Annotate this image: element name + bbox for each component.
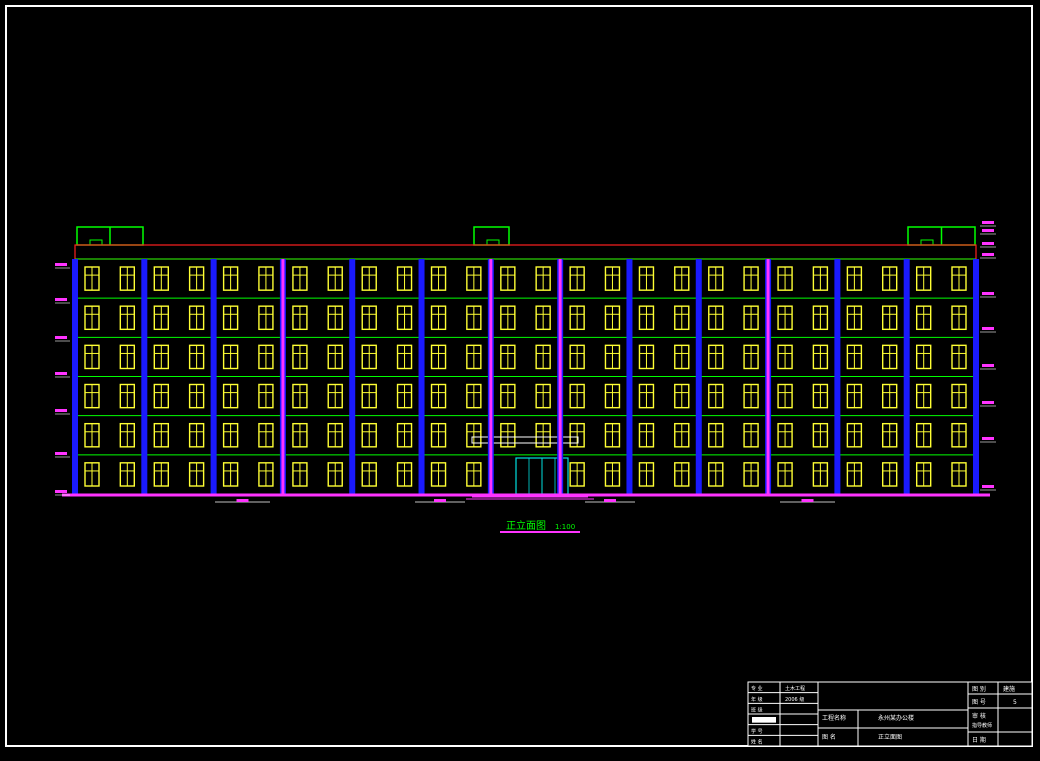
- level-marker-right: [982, 221, 994, 224]
- level-marker-right: [982, 437, 994, 440]
- level-marker-left: [55, 263, 67, 266]
- title-block-row-label: 学 号: [751, 728, 763, 735]
- elevation-marker: [604, 499, 616, 502]
- accent-pilaster: [558, 259, 562, 494]
- sheet-no-value: 5: [1013, 699, 1017, 706]
- elevation-marker: [434, 499, 446, 502]
- drawing-scale: 1:100: [555, 523, 575, 531]
- level-marker-left: [55, 372, 67, 375]
- level-marker-right: [982, 327, 994, 330]
- pilaster-column: [72, 259, 78, 494]
- pilaster-column: [973, 259, 979, 494]
- title-block-row-label: 班 级: [751, 707, 763, 714]
- sheet-name: 正立面图: [878, 733, 902, 741]
- title-block-row-value: 土木工程: [785, 685, 805, 692]
- title-block-row-label: 年 级: [751, 696, 763, 703]
- accent-pilaster: [766, 259, 770, 494]
- accent-pilaster: [281, 259, 285, 494]
- level-marker-right: [982, 253, 994, 256]
- elevation-marker: [236, 499, 249, 502]
- level-marker-right: [982, 401, 994, 404]
- level-marker-right: [982, 292, 994, 295]
- project-name-label: 工程名称: [822, 714, 846, 722]
- title-block-row-label: 姓 名: [751, 739, 763, 746]
- pilaster-column: [210, 259, 217, 494]
- level-marker-left: [55, 452, 67, 455]
- elevation-marker: [801, 499, 814, 502]
- sheet-type-value: 建施: [1003, 685, 1015, 693]
- pilaster-column: [418, 259, 425, 494]
- title-block: 专 业 土木工程年 级 2006 级班 级学 号姓 名 工程名称 永州某办公楼 图 …: [747, 681, 1033, 747]
- approval-label: 审 核: [972, 712, 986, 720]
- title-block-row-value: 2006 级: [785, 696, 804, 703]
- instructor-label: 指导教师: [972, 722, 992, 729]
- accent-pilaster: [489, 259, 493, 494]
- level-marker-right: [982, 364, 994, 367]
- pilaster-column: [834, 259, 841, 494]
- title-block-logo-bar: [752, 717, 776, 723]
- title-block-row-label: 专 业: [751, 685, 763, 692]
- level-marker-right: [982, 485, 994, 488]
- level-marker-left: [55, 409, 67, 412]
- date-label: 日 期: [972, 736, 986, 744]
- pilaster-column: [141, 259, 148, 494]
- cad-drawing-canvas: 正立面图 1:100 专 业 土木工程年 级 2006 级班 级学 号姓 名 工程名…: [5, 5, 1033, 747]
- level-marker-left: [55, 298, 67, 301]
- sheet-no-label: 图 号: [972, 699, 986, 706]
- level-marker-right: [982, 242, 994, 245]
- pilaster-column: [903, 259, 910, 494]
- roof-penthouse: [473, 226, 510, 246]
- pilaster-column: [695, 259, 702, 494]
- drawing-title: 正立面图: [506, 519, 546, 532]
- front-elevation: [55, 221, 996, 503]
- level-marker-left: [55, 490, 67, 493]
- pilaster-column: [349, 259, 356, 494]
- pilaster-column: [626, 259, 633, 494]
- level-marker-right: [982, 229, 994, 232]
- sheet-type-label: 图 别: [972, 685, 986, 693]
- project-name: 永州某办公楼: [878, 714, 914, 722]
- roof-parapet: [74, 244, 977, 260]
- sheet-name-label: 图 名: [822, 733, 836, 741]
- drawing-title-group: 正立面图 1:100: [500, 519, 580, 533]
- level-marker-left: [55, 336, 67, 339]
